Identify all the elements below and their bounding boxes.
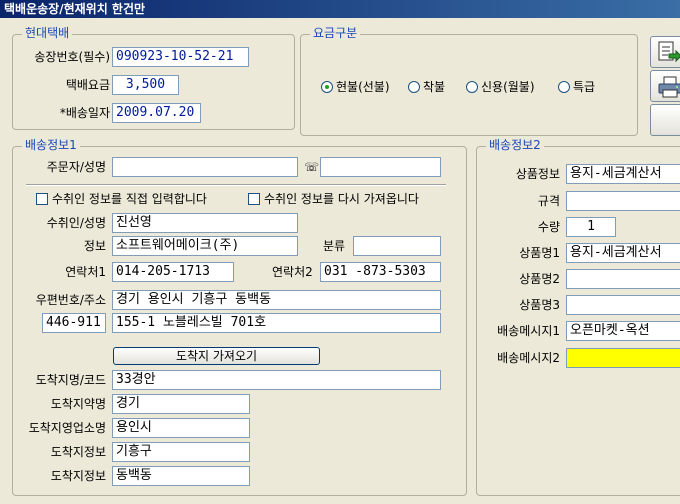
radio-prepaid-dot [321,81,333,93]
dest-code-label: 도착지명/코드 [35,373,106,387]
address1-field[interactable]: 경기 용인시 기흥구 동백동 [112,290,441,310]
radio-credit-label: 신용(월불) [481,80,535,94]
radio-express-label: 특급 [573,80,596,94]
info-label: 정보 [83,239,106,253]
spec-field[interactable] [566,191,680,211]
product-info-label: 상품정보 [515,167,560,181]
invoice-label: 송장번호(필수) [34,50,110,64]
qty-field[interactable]: 1 [566,217,616,237]
check-reload-recipient[interactable]: 수취인 정보를 다시 가져옵니다 [248,191,419,207]
spec-label: 규격 [537,194,560,208]
dest-abbr-label: 도착지약명 [50,397,106,411]
contact2-label: 연락처2 [272,265,313,279]
radio-prepaid[interactable]: 현불(선불) [321,79,390,95]
check-direct-input-box [36,193,48,205]
export-button[interactable] [650,36,680,68]
export-icon [658,41,680,63]
check-direct-input-label: 수취인 정보를 직접 입력합니다 [52,192,207,206]
fetch-destination-button[interactable]: 도착지 가져오기 [113,347,320,365]
delivery1-separator [26,184,446,186]
dest-info2-field[interactable]: 동백동 [112,466,250,486]
courier-legend: 현대택배 [22,26,73,41]
phone-icon: ☏ [304,160,320,174]
check-direct-input[interactable]: 수취인 정보를 직접 입력합니다 [36,191,207,207]
invoice-number-field[interactable]: 090923-10-52-21 [112,47,249,67]
msg2-label: 배송메시지2 [497,351,560,365]
print-icon [658,76,680,98]
product2-label: 상품명2 [519,272,560,286]
product-info-field[interactable]: 용지-세금계산서 [566,164,680,184]
radio-prepaid-label: 현불(선불) [336,80,390,94]
contact1-label: 연락처1 [65,265,106,279]
contact1-field[interactable]: 014-205-1713 [112,262,234,282]
radio-collect-dot [408,81,420,93]
recipient-label: 수취인/성명 [46,216,106,230]
dest-abbr-field[interactable]: 경기 [112,394,250,414]
orderer-phone-field[interactable] [320,157,441,177]
address2-field[interactable]: 155-1 노블레스빌 701호 [112,313,441,333]
ship-date-field[interactable]: 2009.07.20 [112,103,201,123]
radio-credit[interactable]: 신용(월불) [466,79,535,95]
delivery1-legend: 배송정보1 [22,138,80,153]
radio-collect-label: 착불 [423,80,446,94]
radio-collect[interactable]: 착불 [408,79,445,95]
dest-info1-label: 도착지정보 [50,445,106,459]
window-title: 택배운송장/현재위치 한건만 [4,2,146,16]
msg1-label: 배송메시지1 [497,324,560,338]
date-label: *배송일자 [59,106,110,120]
category-label: 분류 [323,239,346,253]
product1-label: 상품명1 [519,246,560,260]
dest-code-field[interactable]: 33경안 [112,370,441,390]
window-title-bar: 택배운송장/현재위치 한건만 [0,0,680,18]
dest-info2-label: 도착지정보 [50,469,106,483]
blank-side-button[interactable] [650,104,680,136]
fee-type-legend: 요금구분 [310,26,361,41]
msg2-field[interactable] [566,348,680,368]
orderer-label: 주문자/성명 [46,160,106,174]
print-button[interactable] [650,70,680,102]
orderer-field[interactable] [112,157,298,177]
msg1-field[interactable]: 오픈마켓-옥션 [566,321,680,341]
product3-field[interactable] [566,295,680,315]
product3-label: 상품명3 [519,298,560,312]
fee-label: 택배요금 [65,78,110,92]
fee-field[interactable]: 3,500 [112,75,179,95]
postcode-field[interactable]: 446-911 [42,313,106,333]
dest-office-label: 도착지영업소명 [28,421,106,435]
radio-credit-dot [466,81,478,93]
check-reload-recipient-label: 수취인 정보를 다시 가져옵니다 [264,192,419,206]
radio-express-dot [558,81,570,93]
dest-office-field[interactable]: 용인시 [112,418,250,438]
product1-field[interactable]: 용지-세금계산서 [566,243,680,263]
dest-info1-field[interactable]: 기흥구 [112,442,250,462]
address-label: 우편번호/주소 [35,293,106,307]
radio-express[interactable]: 특급 [558,79,595,95]
qty-label: 수량 [537,220,560,234]
category-field[interactable] [353,236,441,256]
recipient-info-field[interactable]: 소프트웨어메이크(주) [112,236,298,256]
delivery2-legend: 배송정보2 [486,138,544,153]
product2-field[interactable] [566,269,680,289]
check-reload-recipient-box [248,193,260,205]
contact2-field[interactable]: 031 -873-5303 [320,262,441,282]
recipient-name-field[interactable]: 진선영 [112,213,298,233]
